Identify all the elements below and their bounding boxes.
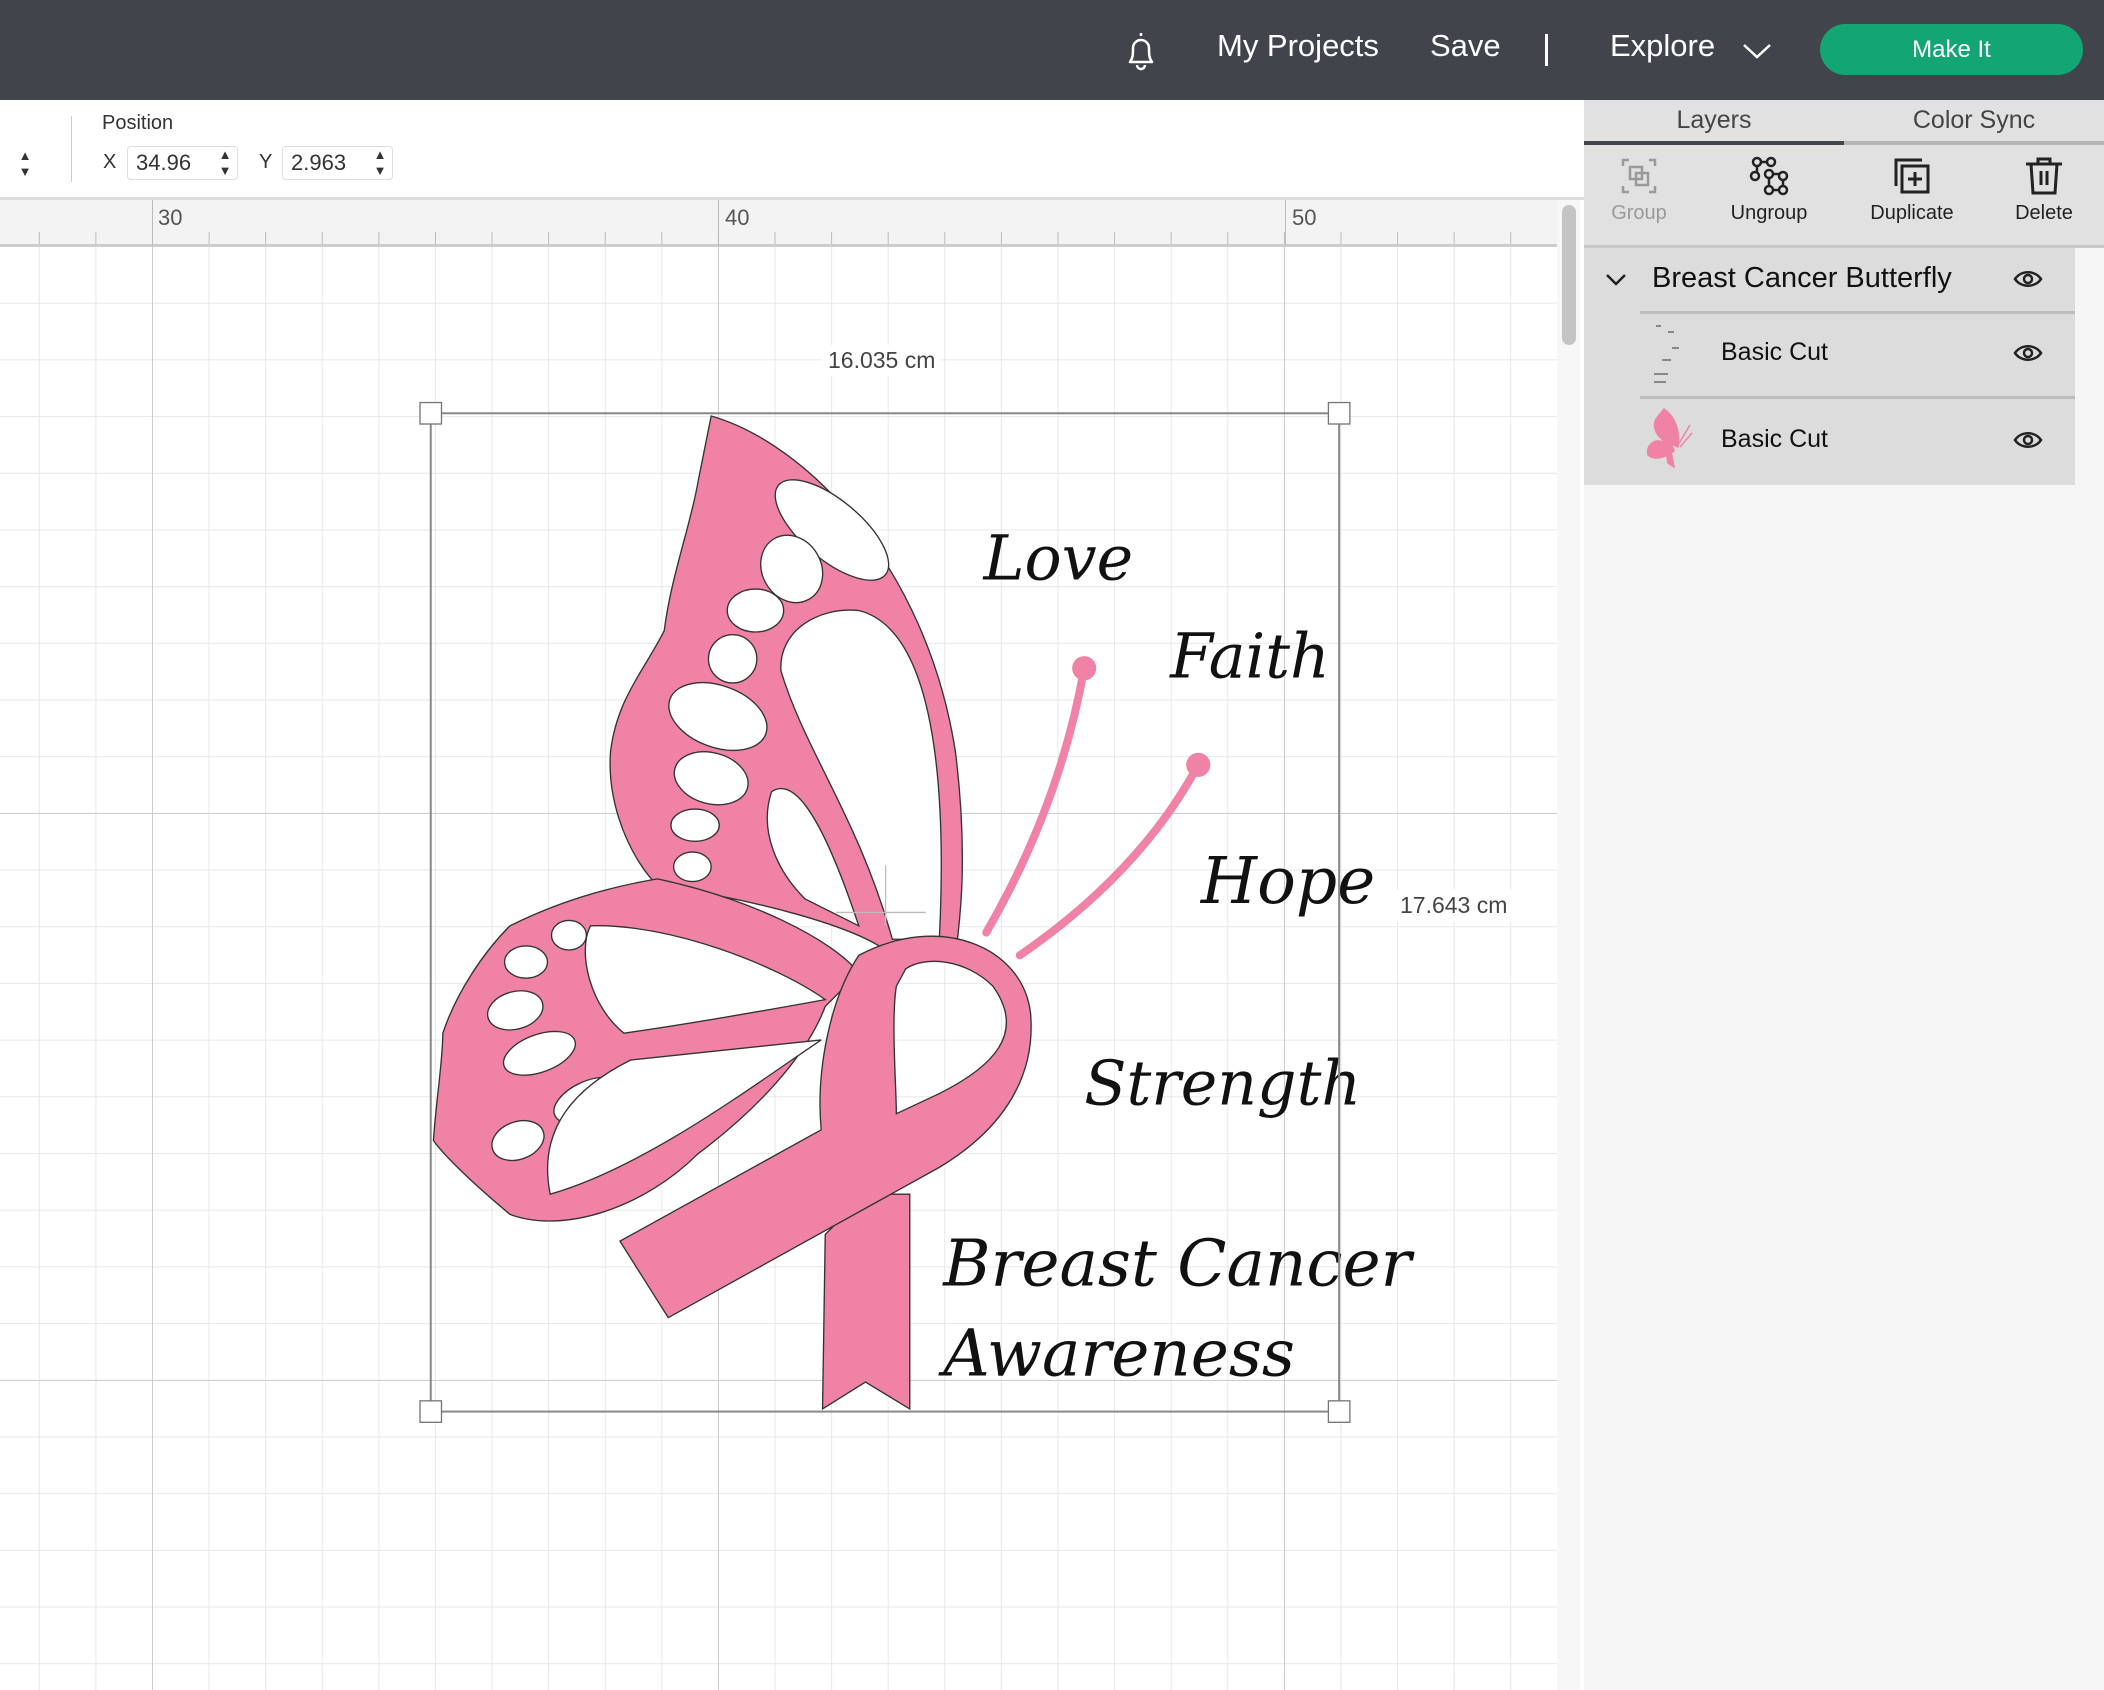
position-label: Position <box>102 112 174 134</box>
text-layer-thumbnail <box>1654 325 1679 383</box>
group-label: Group <box>1611 202 1667 224</box>
eye-icon[interactable] <box>2013 343 2043 363</box>
ruler-major-tick <box>718 200 719 246</box>
design-canvas[interactable] <box>0 246 1557 1690</box>
save-button[interactable]: Save <box>1430 28 1501 64</box>
duplicate-icon <box>1894 158 1930 194</box>
scrollbar-thumb[interactable] <box>1562 205 1576 345</box>
ruler-label: 50 <box>1292 205 1317 230</box>
duplicate-button[interactable]: Duplicate <box>1857 152 1967 225</box>
y-label: Y <box>259 151 273 173</box>
size-stepper[interactable]: ▲ ▼ <box>14 148 36 182</box>
tab-layers[interactable]: Layers <box>1584 104 1844 144</box>
tab-color-sync[interactable]: Color Sync <box>1844 104 2104 144</box>
layer-group-row[interactable]: Breast Cancer Butterfly <box>1584 248 2075 311</box>
height-dimension-label: 17.643 cm <box>1394 890 1514 921</box>
layers-panel: Layers Color Sync Group Ungroup Duplicat… <box>1584 100 2104 1690</box>
y-stepper[interactable]: ▲ ▼ <box>369 147 391 181</box>
ruler-label: 40 <box>725 205 750 230</box>
group-name: Breast Cancer Butterfly <box>1652 262 1952 294</box>
layer-name: Basic Cut <box>1721 425 1828 453</box>
panel-header: Layers Color Sync Group Ungroup Duplicat… <box>1584 100 2104 248</box>
active-tab-indicator <box>1584 141 1844 145</box>
duplicate-label: Duplicate <box>1870 202 1954 224</box>
delete-button[interactable]: Delete <box>1989 152 2099 225</box>
group-icon <box>1621 158 1657 194</box>
tab-indicator <box>1844 141 2104 145</box>
ungroup-icon <box>1749 156 1789 196</box>
layer-name: Basic Cut <box>1721 338 1828 366</box>
horizontal-ruler <box>0 200 1557 246</box>
group-button[interactable]: Group <box>1584 152 1694 225</box>
ungroup-button[interactable]: Ungroup <box>1714 152 1824 225</box>
layer-row[interactable]: Basic Cut <box>1640 311 2075 396</box>
ruler-major-tick <box>152 200 153 246</box>
top-bar: My Projects Save Explore Make It <box>0 0 2104 100</box>
ruler-label: 30 <box>158 205 183 230</box>
layers-list: Breast Cancer Butterfly Basic Cut Basic … <box>1584 248 2075 485</box>
explore-menu[interactable]: Explore <box>1610 28 1715 64</box>
eye-icon[interactable] <box>2013 430 2043 450</box>
chevron-down-icon[interactable] <box>1604 272 1628 288</box>
layer-row[interactable]: Basic Cut <box>1640 396 2075 485</box>
trash-icon <box>2026 157 2062 195</box>
bell-icon[interactable] <box>1122 30 1160 72</box>
eye-icon[interactable] <box>2013 269 2043 289</box>
vertical-scrollbar[interactable] <box>1557 200 1580 1690</box>
x-stepper[interactable]: ▲ ▼ <box>214 147 236 181</box>
ungroup-label: Ungroup <box>1730 202 1808 224</box>
delete-label: Delete <box>2015 202 2073 224</box>
ruler-major-tick <box>1285 200 1286 246</box>
width-dimension-label: 16.035 cm <box>822 345 942 376</box>
chevron-down-icon[interactable] <box>1742 42 1772 60</box>
x-label: X <box>103 151 117 173</box>
divider <box>71 116 72 182</box>
butterfly-layer-thumbnail <box>1646 407 1693 469</box>
make-it-button[interactable]: Make It <box>1820 24 2083 75</box>
divider <box>1545 34 1548 66</box>
my-projects-link[interactable]: My Projects <box>1217 28 1379 64</box>
